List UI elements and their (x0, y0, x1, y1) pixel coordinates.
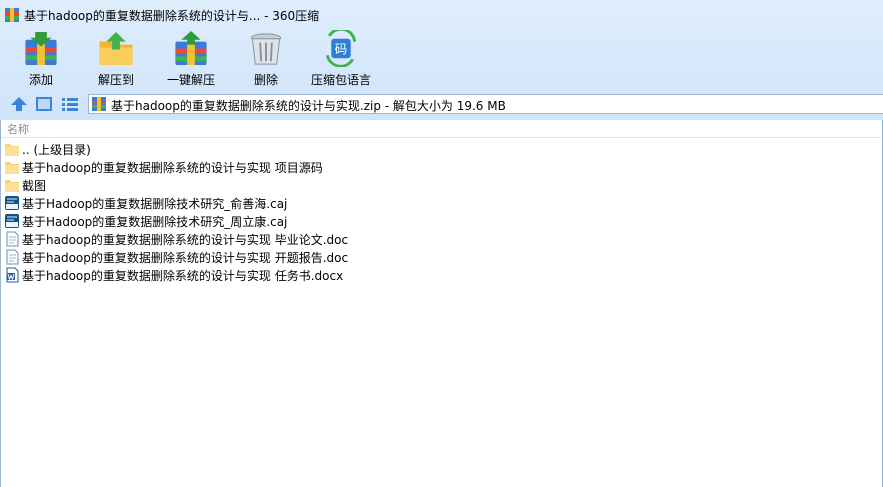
column-header-name[interactable]: 名称 (1, 120, 882, 138)
add-archive-icon (25, 31, 57, 66)
caj-file-icon (5, 196, 19, 210)
app-zip-icon (5, 8, 19, 22)
view-thumbnail-icon[interactable] (35, 96, 53, 112)
caj-file-icon (5, 214, 19, 228)
list-item[interactable]: 基于hadoop的重复数据删除系统的设计与实现 毕业论文.doc (1, 230, 882, 248)
language-badge-text: 码 (335, 41, 348, 56)
folder-icon (5, 162, 19, 174)
delete-label: 删除 (253, 73, 278, 87)
extract-to-button[interactable]: 解压到 (94, 28, 138, 88)
list-item[interactable]: 基于hadoop的重复数据删除系统的设计与实现 开题报告.doc (1, 248, 882, 266)
file-rows: .. (上级目录) 基于hadoop的重复数据删除系统的设计与实现 项目源码 截… (1, 140, 882, 284)
list-item-parent-dir[interactable]: .. (上级目录) (1, 140, 882, 158)
add-button[interactable]: 添加 (20, 28, 62, 88)
folder-icon (5, 180, 19, 192)
list-item[interactable]: 基于Hadoop的重复数据删除技术研究_俞善海.caj (1, 194, 882, 212)
zip-archive-icon (92, 97, 106, 111)
one-click-extract-icon (175, 30, 207, 66)
list-item-name: 基于hadoop的重复数据删除系统的设计与实现 项目源码 (22, 161, 323, 175)
list-item[interactable]: 截图 (1, 176, 882, 194)
archive-language-button[interactable]: 码 压缩包语言 (308, 28, 374, 88)
address-path: 基于hadoop的重复数据删除系统的设计与实现.zip - 解包大小为 19.6… (111, 99, 506, 113)
extract-to-icon (99, 31, 133, 66)
list-item-name: .. (上级目录) (22, 143, 91, 157)
word-doc-icon (6, 231, 19, 247)
view-list-icon[interactable] (61, 96, 79, 112)
delete-button[interactable]: 删除 (245, 28, 287, 88)
list-item[interactable]: 基于hadoop的重复数据删除系统的设计与实现 任务书.docx (1, 266, 882, 284)
folder-icon (5, 144, 19, 156)
file-list: 名称 .. (上级目录) 基于hadoop的重复数据删除系统的设计与实现 项目源… (0, 120, 883, 487)
toolbar: 添加 解压到 一键解压 删除 码 压缩包语言 (0, 28, 883, 90)
list-item-name: 基于hadoop的重复数据删除系统的设计与实现 开题报告.doc (22, 251, 349, 265)
list-item-name: 基于Hadoop的重复数据删除技术研究_周立康.caj (22, 215, 288, 229)
list-item-name: 基于hadoop的重复数据删除系统的设计与实现 毕业论文.doc (22, 233, 349, 247)
list-item-name: 基于hadoop的重复数据删除系统的设计与实现 任务书.docx (22, 269, 344, 283)
one-click-extract-button[interactable]: 一键解压 (163, 28, 219, 88)
list-item-name: 基于Hadoop的重复数据删除技术研究_俞善海.caj (22, 197, 288, 211)
add-label: 添加 (28, 73, 53, 87)
one-click-extract-label: 一键解压 (166, 73, 215, 87)
extract-to-label: 解压到 (97, 73, 134, 87)
address-field[interactable]: 基于hadoop的重复数据删除系统的设计与实现.zip - 解包大小为 19.6… (88, 94, 883, 114)
window-title: 基于hadoop的重复数据删除系统的设计与... - 360压缩 (24, 9, 320, 23)
word-doc-icon (6, 249, 19, 265)
list-item-name: 截图 (22, 179, 47, 193)
list-item[interactable]: 基于Hadoop的重复数据删除技术研究_周立康.caj (1, 212, 882, 230)
archive-language-label: 压缩包语言 (310, 73, 371, 87)
word-docx-icon (6, 267, 19, 283)
window-chrome: 基于hadoop的重复数据删除系统的设计与... - 360压缩 添加 解压到 (0, 0, 883, 120)
column-name-label: 名称 (7, 123, 29, 136)
address-bar: 基于hadoop的重复数据删除系统的设计与实现.zip - 解包大小为 19.6… (0, 92, 883, 116)
up-arrow-icon[interactable] (10, 96, 28, 112)
delete-trash-icon (250, 33, 282, 65)
list-item[interactable]: 基于hadoop的重复数据删除系统的设计与实现 项目源码 (1, 158, 882, 176)
archive-language-icon: 码 (325, 30, 357, 67)
title-bar: 基于hadoop的重复数据删除系统的设计与... - 360压缩 (0, 0, 883, 28)
